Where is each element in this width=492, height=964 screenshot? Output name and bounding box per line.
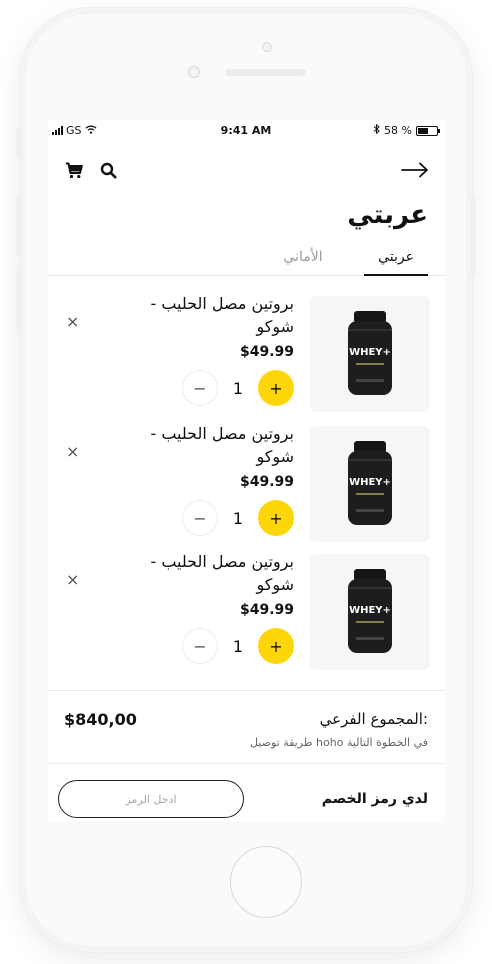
- product-image[interactable]: WHEY+: [310, 296, 430, 412]
- quantity-value: 1: [232, 508, 244, 528]
- product-brand-label: WHEY+: [349, 605, 391, 616]
- quantity-stepper: − 1 +: [182, 628, 294, 664]
- increase-quantity-button[interactable]: +: [258, 628, 294, 664]
- volume-down-button: [16, 270, 22, 330]
- remove-item-button[interactable]: ×: [66, 442, 79, 461]
- product-name: بروتين مصل الحليب - شوكو: [150, 552, 294, 594]
- app-screen: GS 9:41 AM 58 % عربتي عربتي الأماني × بر…: [48, 120, 444, 822]
- quantity-stepper: − 1 +: [182, 370, 294, 406]
- shipping-note: في الخطوة التالية hoho طريقة توصيل: [249, 736, 428, 749]
- product-name: بروتين مصل الحليب - شوكو: [150, 424, 294, 466]
- volume-up-button: [16, 196, 22, 256]
- subtotal-label: :المجموع الفرعي: [319, 710, 428, 728]
- decrease-quantity-button[interactable]: −: [182, 628, 218, 664]
- home-button[interactable]: [230, 846, 302, 918]
- page-title: عربتي: [347, 200, 428, 230]
- decrease-quantity-button[interactable]: −: [182, 500, 218, 536]
- product-name: بروتين مصل الحليب - شوكو: [150, 294, 294, 336]
- product-price: $49.99: [239, 602, 294, 618]
- cart-item: × بروتين مصل الحليب - شوكو $49.99 − 1 + …: [48, 422, 444, 542]
- product-price: $49.99: [239, 344, 294, 360]
- power-button: [470, 196, 476, 276]
- quantity-stepper: − 1 +: [182, 500, 294, 536]
- protein-tub-image: WHEY+: [348, 441, 392, 525]
- front-camera: [262, 42, 272, 52]
- divider: [48, 763, 444, 764]
- bluetooth-icon: [373, 123, 380, 137]
- quantity-value: 1: [232, 636, 244, 656]
- product-image[interactable]: WHEY+: [310, 426, 430, 542]
- increase-quantity-button[interactable]: +: [258, 370, 294, 406]
- increase-quantity-button[interactable]: +: [258, 500, 294, 536]
- proximity-sensor: [188, 66, 200, 78]
- remove-item-button[interactable]: ×: [66, 312, 79, 331]
- tab-my-cart[interactable]: عربتي: [364, 246, 428, 276]
- protein-tub-image: WHEY+: [348, 311, 392, 395]
- cart-item: × بروتين مصل الحليب - شوكو $49.99 − 1 + …: [48, 550, 444, 670]
- battery-icon: [416, 125, 440, 136]
- discount-code-input[interactable]: [58, 780, 244, 818]
- cart-item: × بروتين مصل الحليب - شوكو $49.99 − 1 + …: [48, 292, 444, 412]
- tab-wishlist[interactable]: الأماني: [268, 246, 338, 276]
- quantity-value: 1: [232, 378, 244, 398]
- decrease-quantity-button[interactable]: −: [182, 370, 218, 406]
- product-price: $49.99: [239, 474, 294, 490]
- discount-code-label: لدي رمز الخصم: [321, 791, 428, 807]
- earpiece-speaker: [226, 69, 306, 76]
- subtotal-value: $840,00: [64, 710, 137, 729]
- divider: [48, 690, 444, 691]
- status-bar: GS 9:41 AM 58 %: [48, 120, 444, 142]
- product-brand-label: WHEY+: [349, 477, 391, 488]
- battery-percent: 58 %: [384, 124, 412, 137]
- back-arrow-icon[interactable]: [400, 160, 430, 180]
- remove-item-button[interactable]: ×: [66, 570, 79, 589]
- search-icon[interactable]: [98, 160, 118, 180]
- product-brand-label: WHEY+: [349, 347, 391, 358]
- mute-switch: [16, 128, 22, 158]
- cart-icon[interactable]: [64, 160, 84, 180]
- product-image[interactable]: WHEY+: [310, 554, 430, 670]
- protein-tub-image: WHEY+: [348, 569, 392, 653]
- tab-bar: عربتي الأماني: [48, 246, 444, 276]
